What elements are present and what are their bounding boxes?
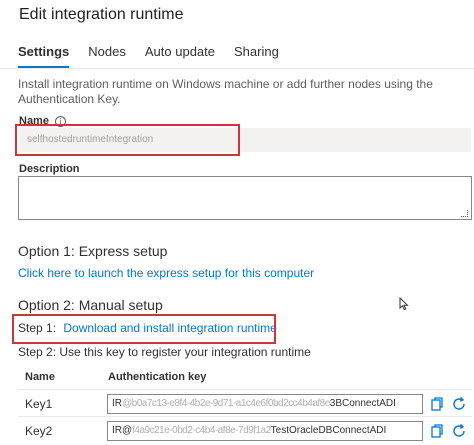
column-header-auth-key: Authentication key [108,371,207,383]
option2-heading: Option 2: Manual setup [18,297,163,313]
key1-prefix: IR [112,398,122,409]
express-setup-link[interactable]: Click here to launch the express setup f… [18,266,314,280]
tab-auto-update[interactable]: Auto update [145,44,215,68]
copy-icon[interactable] [429,423,445,439]
key2-input[interactable]: IR@f4a9c21e-0bd2-c4b4-af8e-7d9f1a2TestOr… [107,421,423,441]
key1-obscured: @b0a7c13-e8f4-4b2e-9d71-a1c4e6f0bd2cc4b4… [122,398,330,409]
step1-highlight-box [12,314,276,344]
column-header-name: Name [25,371,55,383]
tab-sharing[interactable]: Sharing [234,44,279,68]
key2-obscured: f4a9c21e-0bd2-c4b4-af8e-7d9f1a2 [132,425,271,436]
description-field[interactable] [18,176,472,220]
resize-handle[interactable] [461,210,468,217]
tab-settings[interactable]: Settings [18,44,70,68]
option1-heading: Option 1: Express setup [18,243,168,259]
tab-nodes[interactable]: Nodes [88,44,126,68]
key1-suffix: 3BConnectADI [329,398,396,409]
table-row-key1-name: Key1 [25,397,53,411]
table-row-divider [18,416,472,417]
copy-icon[interactable] [429,396,445,412]
key2-prefix: IR@ [112,425,133,436]
key1-input[interactable]: IR@b0a7c13-e8f4-4b2e-9d71-a1c4e6f0bd2cc4… [107,394,423,414]
refresh-icon[interactable] [451,396,467,412]
key2-suffix: TestOracleDBConnectADI [270,425,387,436]
refresh-icon[interactable] [451,423,467,439]
tab-divider [0,68,474,69]
step2-text: Step 2: Use this key to register your in… [18,345,311,359]
tab-bar: Settings Nodes Auto update Sharing [18,44,298,68]
name-highlight-box [15,124,240,156]
intro-text: Install integration runtime on Windows m… [18,77,433,106]
table-row-key2-name: Key2 [25,424,53,438]
table-header-divider [18,389,472,390]
panel-title: Edit integration runtime [19,6,184,23]
mouse-cursor-icon [399,297,409,311]
description-field-label: Description [19,163,80,175]
